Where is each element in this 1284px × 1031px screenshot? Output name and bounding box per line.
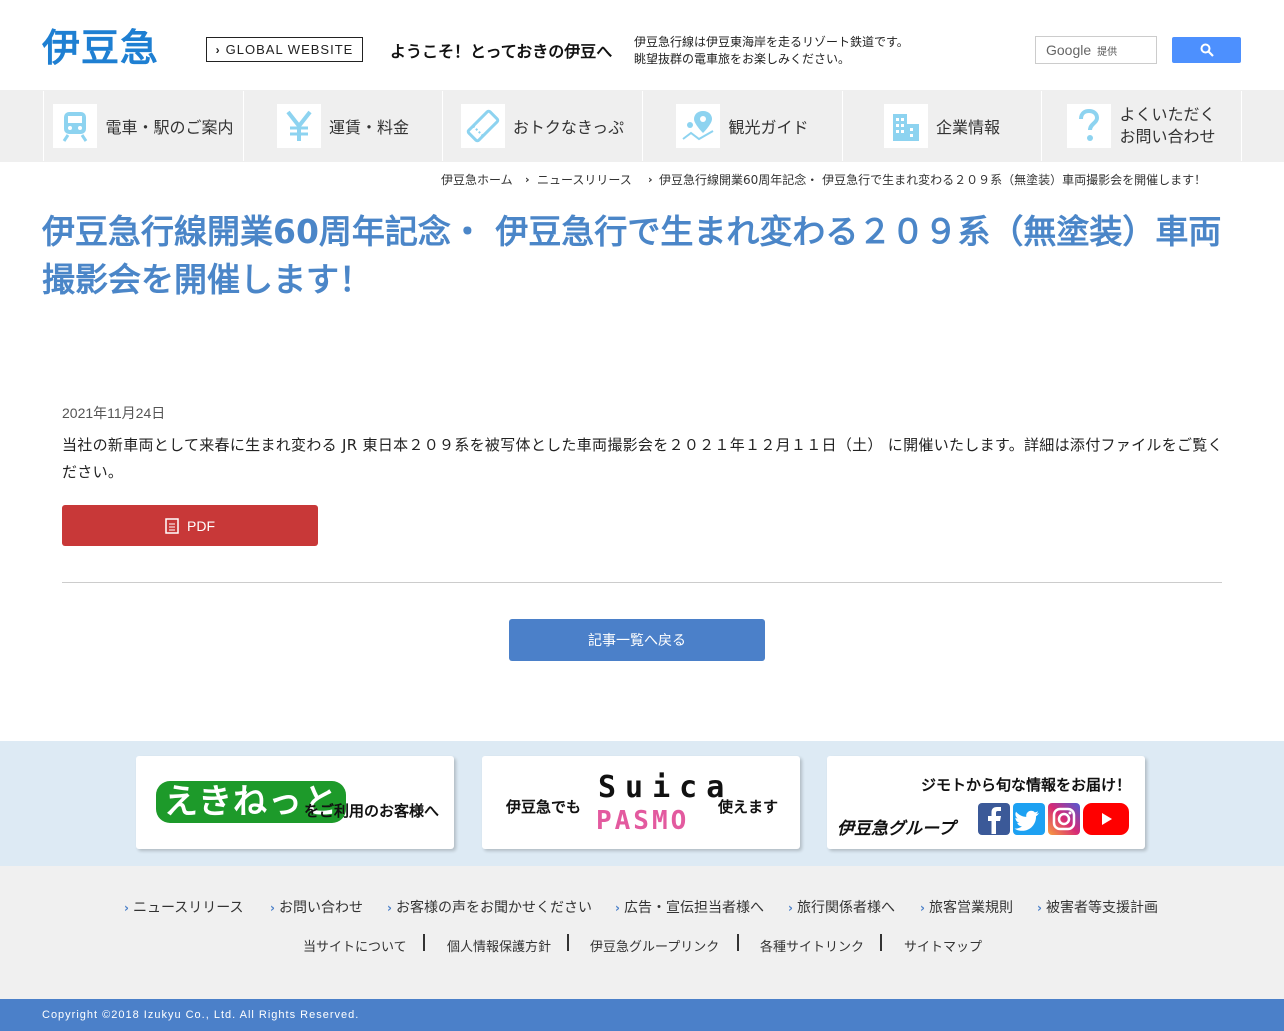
footer [0,866,1284,999]
search-icon [1200,43,1214,57]
copyright: Copyright ©2018 Izukyu Co., Ltd. All Rig… [42,1009,360,1021]
footer-link-victim-support[interactable]: › 被害者等支援計画 [1037,897,1158,917]
sns-banner[interactable]: ジモトから旬な情報をお届け！ 伊豆急グループ [827,756,1145,849]
building-icon [883,104,928,148]
chevron-right-icon: › [788,901,793,915]
footer-link-label: ニュースリリース [132,900,244,916]
global-website-button[interactable]: › GLOBAL WEBSITE [206,37,363,62]
search-button[interactable] [1172,37,1241,63]
instagram-icon[interactable] [1048,803,1080,835]
footer-link-rules[interactable]: › 旅客営業規則 [920,897,1013,917]
footer-separator [737,934,739,951]
chevron-right-icon: › [215,42,221,57]
chevron-right-icon: › [124,901,129,915]
global-website-label: GLOBAL WEBSITE [225,42,354,57]
page-title: 伊豆急行線開業60周年記念・ 伊豆急行で生まれ変わる２０９系（無塗装）車両撮影会… [42,212,1222,299]
nav-item-sightseeing[interactable]: 観光ガイド [642,91,842,161]
footer-link-about[interactable]: 当サイトについて [303,936,407,955]
nav-label-company: 企業情報 [935,118,1000,137]
question-icon [1067,104,1112,148]
pasmo-logo: PASMO [596,806,690,836]
train-icon [53,104,98,148]
breadcrumb-current: 伊豆急行線開業60周年記念・ 伊豆急行で生まれ変わる２０９系（無塗装）車両撮影会… [659,173,1207,187]
footer-link-contact[interactable]: › お問い合わせ [270,897,363,917]
ekinet-text: をご利用のお客様へ [304,802,440,820]
pdf-label: PDF [187,517,215,534]
site-logo[interactable]: 伊豆急 [42,26,159,70]
pdf-file-icon [165,517,179,534]
divider [62,582,1222,583]
facebook-icon[interactable] [978,803,1010,835]
nav-item-faq[interactable]: よくいただく お問い合わせ [1041,91,1242,161]
google-label: Google [1046,42,1092,58]
nav-item-fare[interactable]: 運賃・料金 [243,91,442,161]
chevron-right-icon: › [1037,901,1042,915]
footer-link-advertising[interactable]: › 広告・宣伝担当者様へ [615,897,764,917]
nav-label-faq: よくいただく お問い合わせ [1119,104,1215,148]
chevron-right-icon: › [270,901,275,915]
nav-item-train[interactable]: 電車・駅のご案内 [43,91,243,161]
nav-label-faq-2: お問い合わせ [1119,127,1216,146]
back-to-list-button[interactable]: 記事一覧へ戻る [509,619,765,661]
tagline-line-1: 伊豆急行線は伊豆東海岸を走るリゾート鉄道です。 [634,35,909,49]
breadcrumb-home[interactable]: 伊豆急ホーム [441,171,513,188]
footer-link-travel[interactable]: › 旅行関係者様へ [788,897,895,917]
chevron-right-icon: › [615,901,620,915]
search-input[interactable]: Google 提供 [1035,36,1157,64]
footer-separator [567,934,569,951]
pdf-download-button[interactable]: PDF [62,505,318,546]
footer-link-label: お問い合わせ [278,900,363,916]
footer-separator [880,934,882,951]
nav-label-fare: 運賃・料金 [328,118,409,137]
tagline: 伊豆急行線は伊豆東海岸を走るリゾート鉄道です。 眺望抜群の電車旅をお楽しみくださ… [634,34,909,68]
suica-pasmo-banner[interactable]: 伊豆急でも Suica PASMO 使えます [482,756,800,849]
footer-link-feedback[interactable]: › お客様の声をお聞かせください [387,897,592,917]
footer-link-label: 旅行関係者様へ [796,900,895,916]
chevron-right-icon: › [648,173,653,186]
suica-right-text: 使えます [718,798,779,816]
footer-link-sitemap[interactable]: サイトマップ [904,936,982,955]
footer-link-label: 被害者等支援計画 [1045,900,1158,916]
footer-link-label: 旅客営業規則 [928,900,1013,916]
izukyu-group-logo: 伊豆急グループ [837,819,955,839]
nav-label-sightseeing: 観光ガイド [728,118,809,137]
ticket-icon [460,104,505,148]
tagline-line-2: 眺望抜群の電車旅をお楽しみください。 [634,52,851,66]
footer-link-sites[interactable]: 各種サイトリンク [760,936,864,955]
nav-label-faq-1: よくいただく [1119,105,1216,124]
twitter-icon[interactable] [1013,803,1045,835]
suica-left-text: 伊豆急でも [506,798,582,816]
nav-item-company[interactable]: 企業情報 [842,91,1041,161]
footer-link-label: お客様の声をお聞かせください [395,900,592,916]
chevron-right-icon: › [920,901,925,915]
provided-label: 提供 [1097,46,1118,58]
ekinet-banner[interactable]: えきねっと をご利用のお客様へ [136,756,454,849]
yen-icon [276,104,321,148]
welcome-text: ようこそ！とっておきの伊豆へ [390,42,613,61]
map-pin-icon [676,104,721,148]
nav-item-ticket[interactable]: おトクなきっぷ [442,91,642,161]
article-date: 2021年11月24日 [62,405,166,421]
footer-link-privacy[interactable]: 個人情報保護方針 [447,936,551,955]
youtube-icon[interactable] [1083,803,1129,835]
footer-link-news[interactable]: › ニュースリリース [124,897,244,917]
chevron-right-icon: › [525,173,530,186]
chevron-right-icon: › [387,901,392,915]
suica-logo: Suica [598,770,734,805]
sns-headline: ジモトから旬な情報をお届け！ [921,776,1132,794]
footer-link-group[interactable]: 伊豆急グループリンク [590,936,719,955]
nav-label-train: 電車・駅のご案内 [105,118,234,137]
footer-link-label: 広告・宣伝担当者様へ [623,900,764,916]
nav-label-ticket: おトクなきっぷ [512,118,625,137]
footer-separator [423,934,425,951]
breadcrumb-news[interactable]: ニュースリリース [537,171,632,188]
article-body: 当社の新車両として来春に生まれ変わる JR 東日本２０９系を被写体とした車両撮影… [62,436,1223,481]
